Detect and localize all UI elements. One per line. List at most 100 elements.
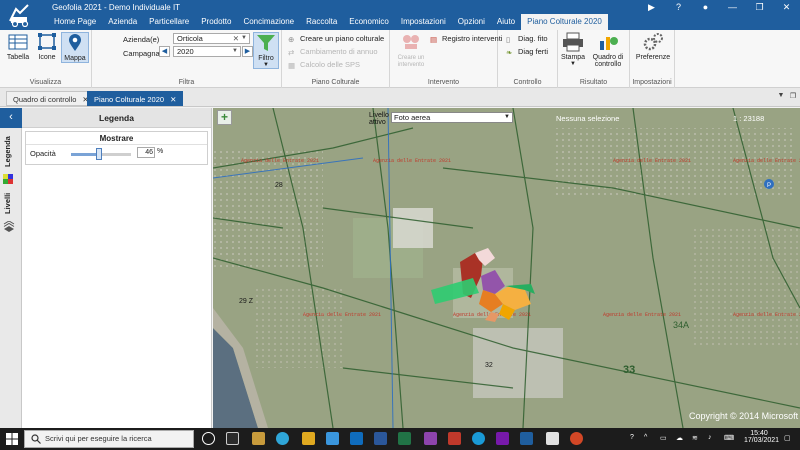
quadro-controllo-button[interactable]: Quadro di controllo [590, 32, 626, 68]
task-view-icon[interactable] [226, 432, 239, 445]
notification-icon[interactable]: ▢ [784, 434, 791, 442]
menu-concimazione[interactable]: Concimazione [237, 14, 300, 30]
tray-wifi-icon[interactable]: ≋ [692, 434, 698, 442]
group-label-controllo: Controllo [513, 79, 542, 86]
filtro-button[interactable]: Filtro ▼ [253, 32, 279, 69]
menu-raccolta[interactable]: Raccolta [300, 14, 343, 30]
edge-icon[interactable] [276, 432, 289, 445]
app-icon-red[interactable] [448, 432, 461, 445]
aerial-map[interactable]: Agenzia delle Entrate 2021 Agenzia delle… [213, 108, 800, 428]
zoom-in-button[interactable]: + [217, 110, 232, 125]
tab-quadro-controllo[interactable]: Quadro di controllo ✕ [6, 91, 96, 106]
powerpoint-icon[interactable] [570, 432, 583, 445]
excel-icon[interactable] [398, 432, 411, 445]
campagna-next-button[interactable]: ▶ [242, 46, 253, 57]
main-menu: Home Page Azienda Particellare Prodotto … [48, 14, 608, 30]
stampa-button[interactable]: Stampa ▼ [560, 32, 586, 67]
app-logo-icon [6, 3, 34, 28]
group-label-risultato: Risultato [579, 79, 608, 86]
taskbar-clock[interactable]: 15:40 17/03/2021 [744, 430, 779, 444]
active-layer-label: Livello attivo [369, 112, 389, 126]
active-layer-select[interactable]: Foto aerea ▼ [391, 112, 513, 123]
teams-icon[interactable] [424, 432, 437, 445]
app-icon-grey[interactable] [546, 432, 559, 445]
tray-chevron-up-icon[interactable]: ^ [644, 434, 647, 441]
app-icon-lightbulb[interactable] [252, 432, 265, 445]
word-icon[interactable] [374, 432, 387, 445]
menu-impostazioni[interactable]: Impostazioni [395, 14, 452, 30]
tray-help-icon[interactable]: ? [630, 434, 634, 441]
menu-economico[interactable]: Economico [343, 14, 395, 30]
menu-azienda[interactable]: Azienda [102, 14, 143, 30]
calcolo-sps-button[interactable]: ▦ Calcolo delle SPS [288, 60, 360, 70]
opacity-input[interactable]: 46 [137, 147, 155, 158]
search-icon [31, 434, 41, 444]
icone-button[interactable]: Icone [33, 32, 61, 61]
calculator-icon: ▦ [288, 61, 296, 70]
file-explorer-icon[interactable] [302, 432, 315, 445]
chevron-down-icon[interactable]: ▼ [232, 47, 238, 56]
menu-piano-colturale[interactable]: Piano Colturale 2020 [521, 14, 608, 30]
crea-piano-button[interactable]: ⊕ Creare un piano colturale [288, 34, 384, 44]
funnel-icon [255, 33, 277, 53]
selection-status: Nessuna selezione [556, 114, 620, 123]
menu-opzioni[interactable]: Opzioni [452, 14, 491, 30]
campagna-prev-button[interactable]: ◀ [159, 46, 170, 57]
printer-icon [562, 32, 584, 52]
diag-fito-button[interactable]: ▯ Diag. fito [506, 34, 548, 44]
chevron-down-icon[interactable]: ▼ [776, 92, 786, 102]
restore-icon[interactable]: ❐ [788, 92, 798, 102]
chevron-down-icon[interactable]: ▼ [241, 34, 247, 43]
tray-network-icon[interactable]: ▭ [660, 434, 667, 442]
menu-home-page[interactable]: Home Page [48, 14, 102, 30]
tray-volume-icon[interactable]: ♪ [708, 434, 712, 441]
tray-keyboard-icon[interactable]: ⌨ [724, 434, 734, 442]
map-copyright: Copyright © 2014 Microsoft [689, 411, 799, 421]
azienda-combo[interactable]: Orticola ✕ ▼ [173, 33, 250, 44]
mappa-button[interactable]: Mappa [61, 32, 89, 63]
opacity-label: Opacità [30, 149, 56, 158]
collapse-panel-button[interactable]: ‹ [0, 108, 22, 128]
menu-particellare[interactable]: Particellare [143, 14, 195, 30]
menu-aiuto[interactable]: Aiuto [491, 14, 521, 30]
diag-ferti-button[interactable]: ❧ Diag ferti [506, 47, 548, 57]
clear-icon[interactable]: ✕ [233, 34, 239, 43]
close-button[interactable]: ✕ [773, 0, 800, 14]
tabella-button[interactable]: Tabella [4, 32, 32, 61]
tractor-icon[interactable]: ● [692, 0, 719, 14]
menu-prodotto[interactable]: Prodotto [195, 14, 237, 30]
store-icon[interactable] [326, 432, 339, 445]
minimize-button[interactable]: — [719, 0, 746, 14]
document-tabs: Quadro di controllo ✕ Piano Colturale 202… [0, 88, 800, 107]
campagna-combo[interactable]: 2020 ▼ [173, 46, 241, 57]
onenote-icon[interactable] [496, 432, 509, 445]
close-icon[interactable]: ✕ [170, 95, 176, 104]
app-icon-blue[interactable] [472, 432, 485, 445]
tab-legenda[interactable]: Legenda [3, 132, 19, 172]
map-pin-icon [64, 33, 86, 53]
tray-cloud-icon[interactable]: ☁ [676, 434, 683, 442]
windows-start-icon[interactable] [6, 433, 18, 445]
help-icon[interactable]: ? [665, 0, 692, 14]
taskbar-search-input[interactable]: Scrivi qui per eseguire la ricerca [24, 430, 194, 448]
cambiamento-button[interactable]: ⇄ Cambiamento di annuo [288, 47, 378, 57]
map-toolbar: + Livello attivo Foto aerea ▼ Nessuna se… [213, 108, 800, 126]
document-icon: ▯ [506, 35, 511, 44]
registro-interventi-button[interactable]: ▤ Registro interventi [430, 34, 502, 44]
chevron-down-icon[interactable]: ▼ [504, 113, 510, 122]
preferenze-button[interactable]: Preferenze [634, 32, 672, 61]
group-label-visualizza: Visualizza [29, 79, 62, 86]
play-icon[interactable]: ▶ [638, 0, 665, 14]
opacity-slider-handle[interactable] [96, 148, 102, 160]
group-risultato: Stampa ▼ Quadro di controllo Risultato [558, 30, 630, 88]
cortana-icon[interactable] [202, 432, 215, 445]
tab-livelli[interactable]: Livelli [3, 188, 19, 218]
opacity-slider[interactable] [71, 148, 131, 160]
creare-intervento-button[interactable]: Creare un intervento [393, 32, 429, 68]
map-view[interactable]: Agenzia delle Entrate 2021 Agenzia delle… [213, 108, 800, 428]
geofolia-taskbar-icon[interactable] [520, 432, 533, 445]
maximize-button[interactable]: ❐ [746, 0, 773, 14]
tab-piano-colturale[interactable]: Piano Colturale 2020 ✕ [87, 91, 184, 106]
svg-text:Agenzia delle Entrate 2021: Agenzia delle Entrate 2021 [241, 158, 319, 164]
outlook-icon[interactable] [350, 432, 363, 445]
